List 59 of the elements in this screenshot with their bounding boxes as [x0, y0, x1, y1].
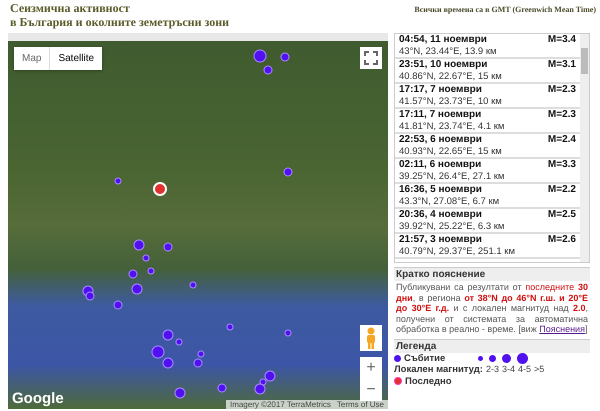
event-time: 22:53, 6 ноември — [399, 134, 482, 146]
event-time: 04:54, 11 ноември — [399, 34, 487, 46]
event-location: 43.3°N, 27.08°E, 6.7 км — [399, 196, 500, 207]
event-location: 39.25°N, 26.4°E, 27.1 км — [399, 170, 506, 182]
time-note: Всички времена са в GMT (Greenwich Mean Time) — [414, 5, 596, 16]
scrollbar[interactable] — [580, 34, 589, 262]
terms-link[interactable]: Terms of Use — [336, 400, 384, 409]
event-magnitude: M=3.3 — [548, 159, 576, 170]
event-time: 17:11, 7 ноември — [399, 109, 482, 120]
magnitude-class: 3-4 — [502, 364, 515, 376]
fullscreen-button[interactable] — [360, 47, 382, 69]
map-type-tab[interactable]: Satellite — [49, 47, 102, 70]
event-dot-icon — [394, 354, 401, 362]
magnitude-dot-icon — [517, 352, 528, 364]
magnitude-class: >5 — [534, 364, 544, 376]
legend-label: Събитие — [404, 352, 446, 364]
legend-label: Локален магнитуд: — [394, 364, 483, 376]
person-icon — [365, 327, 377, 349]
event-magnitude: M=2.4 — [548, 134, 576, 146]
page-title: Сеизмична активност — [10, 1, 131, 15]
event-time: 20:36, 4 ноември — [399, 209, 482, 220]
street-view-button[interactable] — [360, 325, 382, 351]
latest-marker-icon — [394, 377, 402, 386]
event-magnitude: M=3.4 — [548, 34, 576, 46]
explanation-text: Публикувани са резултати от последните 30 дни, в региона от 38°N до 46°N г.ш. и 20°E до 30°E г.д. и с локален магнитуд над 2.0, получени от системата за автоматична обработка в реално - време. [виж Пояснения] — [395, 282, 589, 334]
scrollbar-thumb[interactable] — [581, 48, 588, 74]
magnitude-dot-icon — [502, 354, 512, 363]
event-location: 41.57°N, 23.73°E, 10 км — [399, 96, 503, 107]
event-magnitude: M=2.6 — [548, 234, 576, 246]
event-magnitude: M=2.3 — [548, 84, 576, 96]
magnitude-class: 4-5 — [518, 364, 531, 376]
event-location: 40.79°N, 29.37°E, 251.1 км — [399, 246, 516, 257]
page-subtitle: в България и околните земетръсни зони — [10, 15, 230, 29]
event-time: 16:36, 5 ноември — [399, 184, 482, 196]
event-magnitude: M=2.3 — [548, 109, 576, 120]
event-location: 40.86°N, 22.67°E, 15 км — [399, 70, 503, 82]
explanation-link[interactable]: Пояснения — [539, 324, 585, 334]
event-time: 23:51, 10 ноември — [399, 59, 488, 70]
event-location: 41.81°N, 23.74°E, 4.1 км — [399, 120, 506, 132]
section-title: Кратко пояснение — [394, 268, 590, 281]
magnitude-dot-icon — [489, 354, 496, 362]
map-type-tab[interactable]: Map — [14, 47, 50, 70]
event-location: 39.92°N, 25.22°E, 6.3 км — [399, 220, 506, 232]
section-title: Легенда — [394, 340, 590, 352]
event-magnitude: M=2.5 — [548, 209, 576, 220]
event-magnitude: M=2.2 — [548, 184, 576, 196]
map-logo: Google — [12, 390, 64, 407]
event-time: 17:17, 7 ноември — [399, 84, 482, 96]
magnitude-class: 2-3 — [486, 364, 499, 376]
event-magnitude: M=3.1 — [548, 59, 576, 70]
magnitude-dot-icon — [478, 356, 484, 361]
legend-label: Последно — [405, 376, 452, 387]
event-location: 43°N, 23.44°E, 13.9 км — [399, 46, 498, 57]
fullscreen-icon — [364, 51, 378, 65]
satellite-map[interactable]: Map Satellite + − Google Imagery ©2017 TerraMetrics Terms of Use — [8, 33, 388, 409]
event-time: 21:57, 3 ноември — [399, 234, 482, 246]
event-location: 40.93°N, 22.65°E, 15 км — [399, 146, 503, 157]
map-attribution: Imagery ©2017 TerraMetrics — [230, 400, 331, 409]
event-time: 02:11, 6 ноември — [399, 159, 482, 170]
